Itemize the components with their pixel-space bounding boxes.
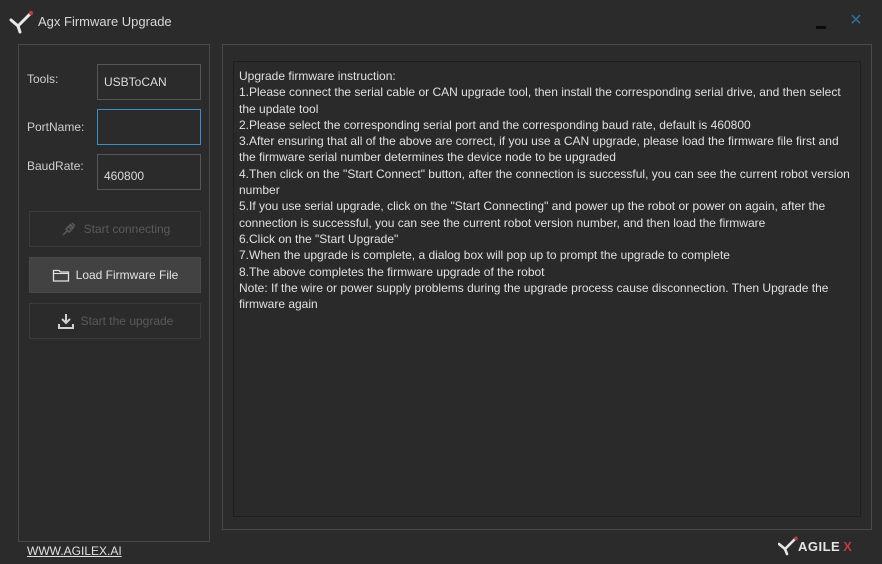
plug-icon	[62, 222, 76, 236]
start-upgrade-label: Start the upgrade	[80, 314, 174, 328]
baudrate-label: BaudRate:	[27, 159, 84, 173]
instruction-line: 5.If you use serial upgrade, click on th…	[239, 199, 826, 230]
baudrate-value: 460800	[104, 169, 145, 183]
instruction-line: Note: If the wire or power supply proble…	[239, 280, 829, 312]
tools-value: USBToCAN	[104, 75, 167, 89]
instruction-line: Upgrade firmware instruction:	[239, 69, 396, 83]
instructions-panel: Upgrade firmware instruction: 1.Please c…	[222, 44, 872, 530]
instruction-line: 8.The above completes the firmware upgra…	[239, 264, 545, 279]
tools-label: Tools:	[27, 72, 59, 86]
instruction-line: 1.Please connect the serial cable or CAN…	[239, 85, 841, 116]
tools-select[interactable]: USBToCAN	[97, 64, 201, 100]
instructions-text-area[interactable]: Upgrade firmware instruction: 1.Please c…	[233, 61, 861, 517]
instruction-line: 4.Then click on the "Start Connect" butt…	[239, 166, 850, 198]
baudrate-select[interactable]: 460800	[97, 154, 201, 190]
instruction-line: 7.When the upgrade is complete, a dialog…	[239, 248, 730, 263]
download-icon	[57, 314, 74, 329]
load-firmware-label: Load Firmware File	[75, 268, 179, 282]
start-connecting-label: Start connecting	[83, 222, 171, 236]
start-connecting-button[interactable]: Start connecting	[29, 211, 201, 247]
title-bar: Agx Firmware Upgrade ✕	[0, 0, 882, 44]
brand-text: AGILE X	[798, 539, 852, 554]
start-upgrade-button[interactable]: Start the upgrade	[29, 303, 201, 339]
brand-name: AGILE	[798, 539, 841, 554]
load-firmware-button[interactable]: Load Firmware File	[29, 257, 201, 293]
brand-x: X	[843, 539, 853, 554]
brand-logo: AGILE X	[778, 530, 870, 562]
settings-panel: Tools: USBToCAN PortName: BaudRate: 4608…	[18, 44, 210, 542]
agilex-logo-icon	[9, 10, 34, 34]
folder-icon	[52, 269, 69, 282]
brand-mark-icon	[778, 536, 798, 556]
portname-label: PortName:	[27, 120, 85, 134]
minimize-button[interactable]	[812, 10, 832, 32]
website-link[interactable]: WWW.AGILEX.AI	[27, 544, 122, 558]
instruction-line: 6.Click on the "Start Upgrade"	[239, 231, 399, 246]
instruction-line: 2.Please select the corresponding serial…	[239, 117, 751, 132]
close-button[interactable]: ✕	[846, 10, 866, 32]
window-title: Agx Firmware Upgrade	[38, 14, 172, 29]
instruction-line: 3.After ensuring that all of the above a…	[239, 134, 839, 165]
portname-select[interactable]	[97, 109, 201, 145]
